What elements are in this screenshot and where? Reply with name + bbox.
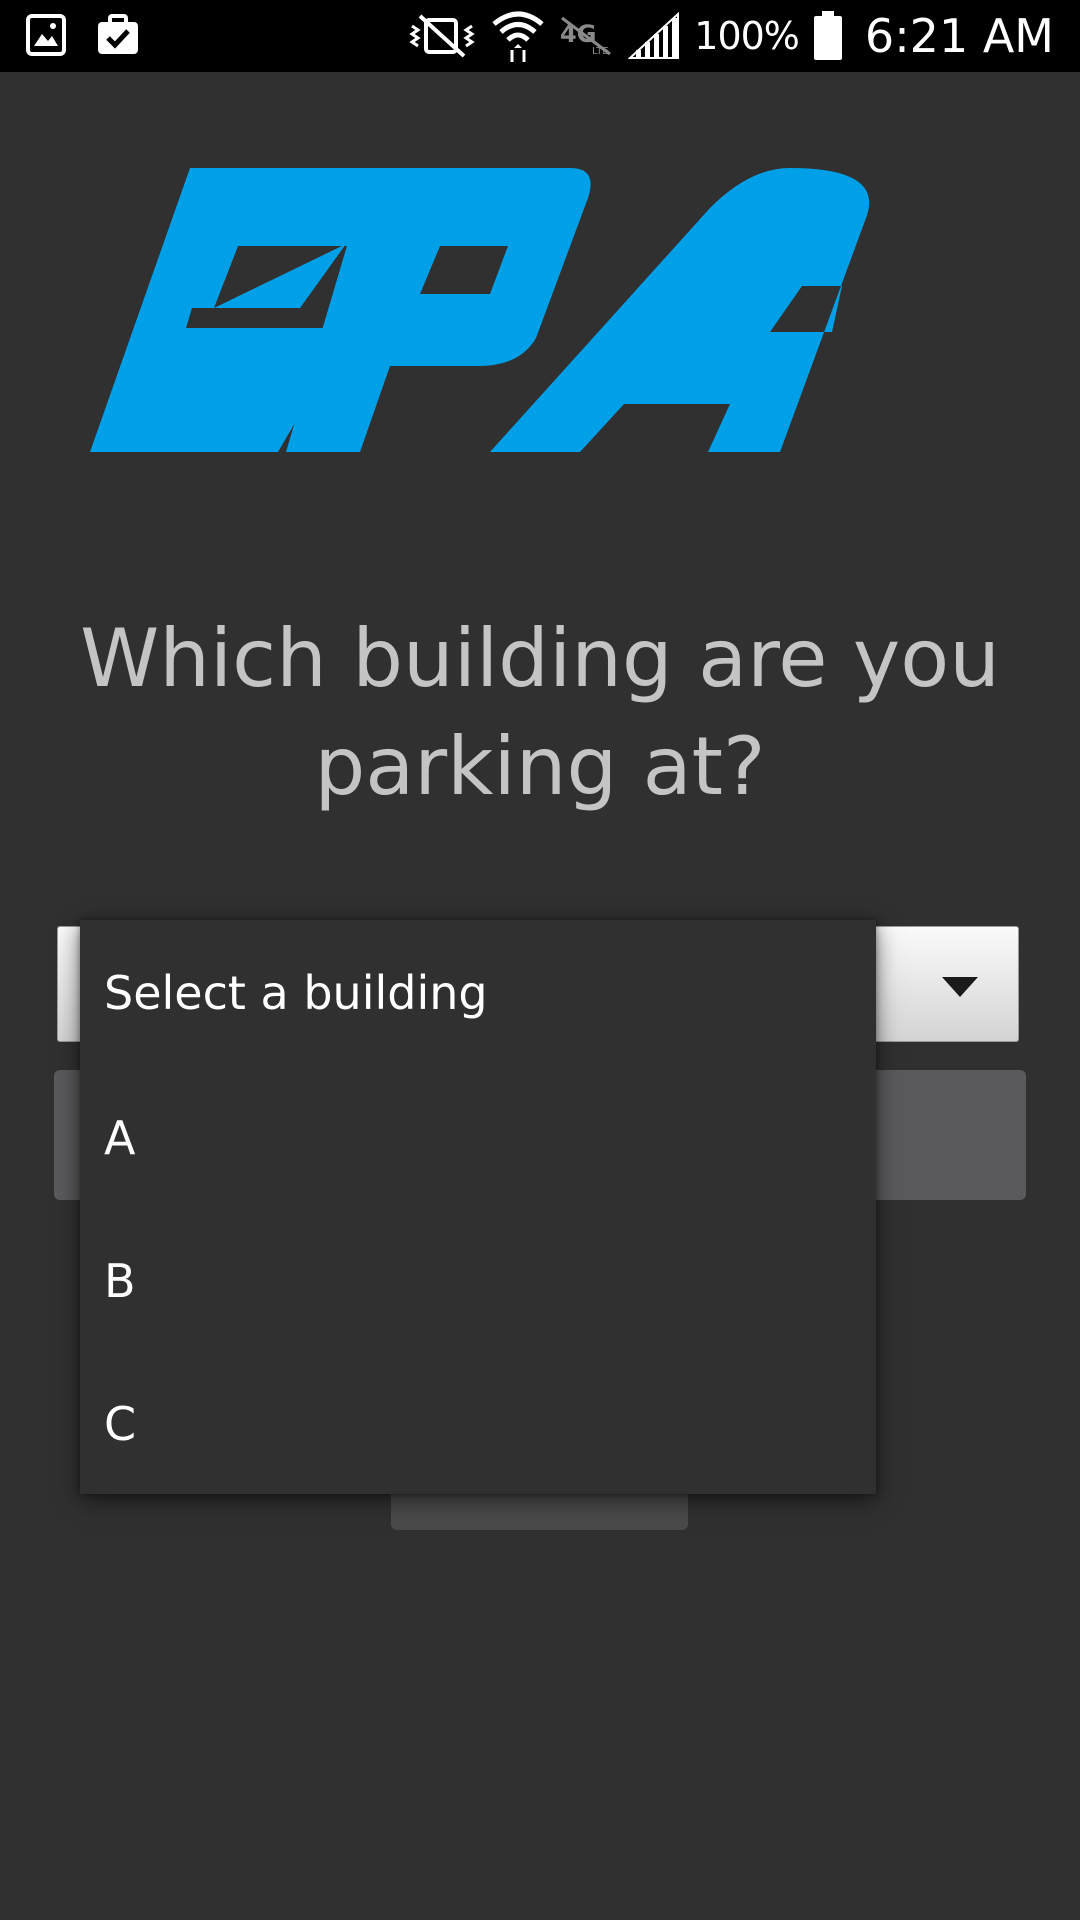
question-line-2: parking at? bbox=[314, 720, 766, 813]
building-dropdown: Select a building A B C bbox=[80, 920, 876, 1494]
signal-icon bbox=[628, 12, 680, 60]
battery-icon bbox=[813, 11, 843, 61]
dropdown-option-a[interactable]: A bbox=[80, 1066, 876, 1209]
dropdown-option-placeholder[interactable]: Select a building bbox=[80, 920, 876, 1066]
battery-percent: 100% bbox=[694, 14, 800, 58]
question-heading: Which building are you parking at? bbox=[40, 605, 1040, 821]
mute-vibrate-icon bbox=[406, 12, 478, 60]
svg-text:4G: 4G bbox=[560, 20, 596, 48]
status-bar: 4G LTE 100% 6:21 AM bbox=[0, 0, 1080, 72]
wifi-icon bbox=[492, 8, 544, 64]
dropdown-option-b[interactable]: B bbox=[80, 1209, 876, 1352]
chevron-down-icon bbox=[942, 977, 978, 997]
epa-logo bbox=[90, 168, 970, 452]
dropdown-option-c[interactable]: C bbox=[80, 1352, 876, 1495]
question-line-1: Which building are you bbox=[80, 612, 1000, 705]
clock: 6:21 AM bbox=[864, 9, 1054, 63]
4g-lte-off-icon: 4G LTE bbox=[558, 14, 614, 58]
clipboard-check-icon bbox=[96, 14, 140, 56]
gallery-icon bbox=[26, 14, 66, 56]
